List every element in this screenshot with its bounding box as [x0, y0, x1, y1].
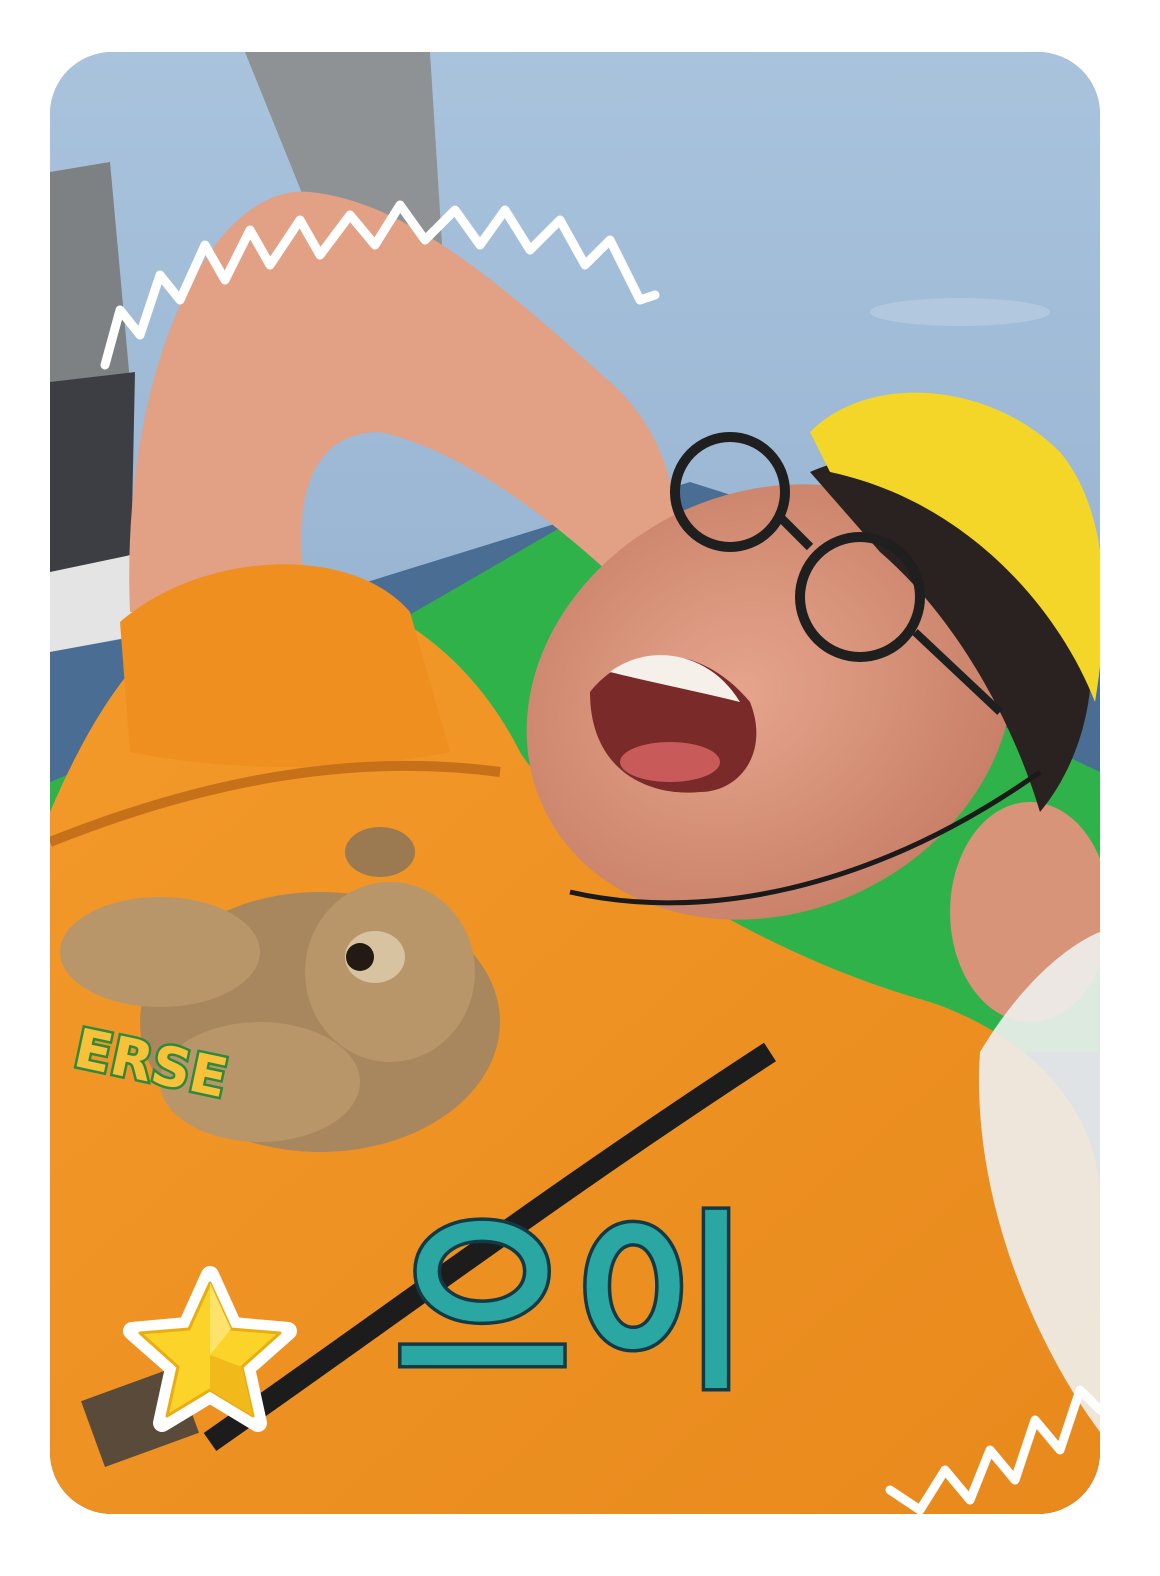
photo-card: ERSE	[50, 52, 1100, 1514]
photo: ERSE	[50, 52, 1100, 1514]
